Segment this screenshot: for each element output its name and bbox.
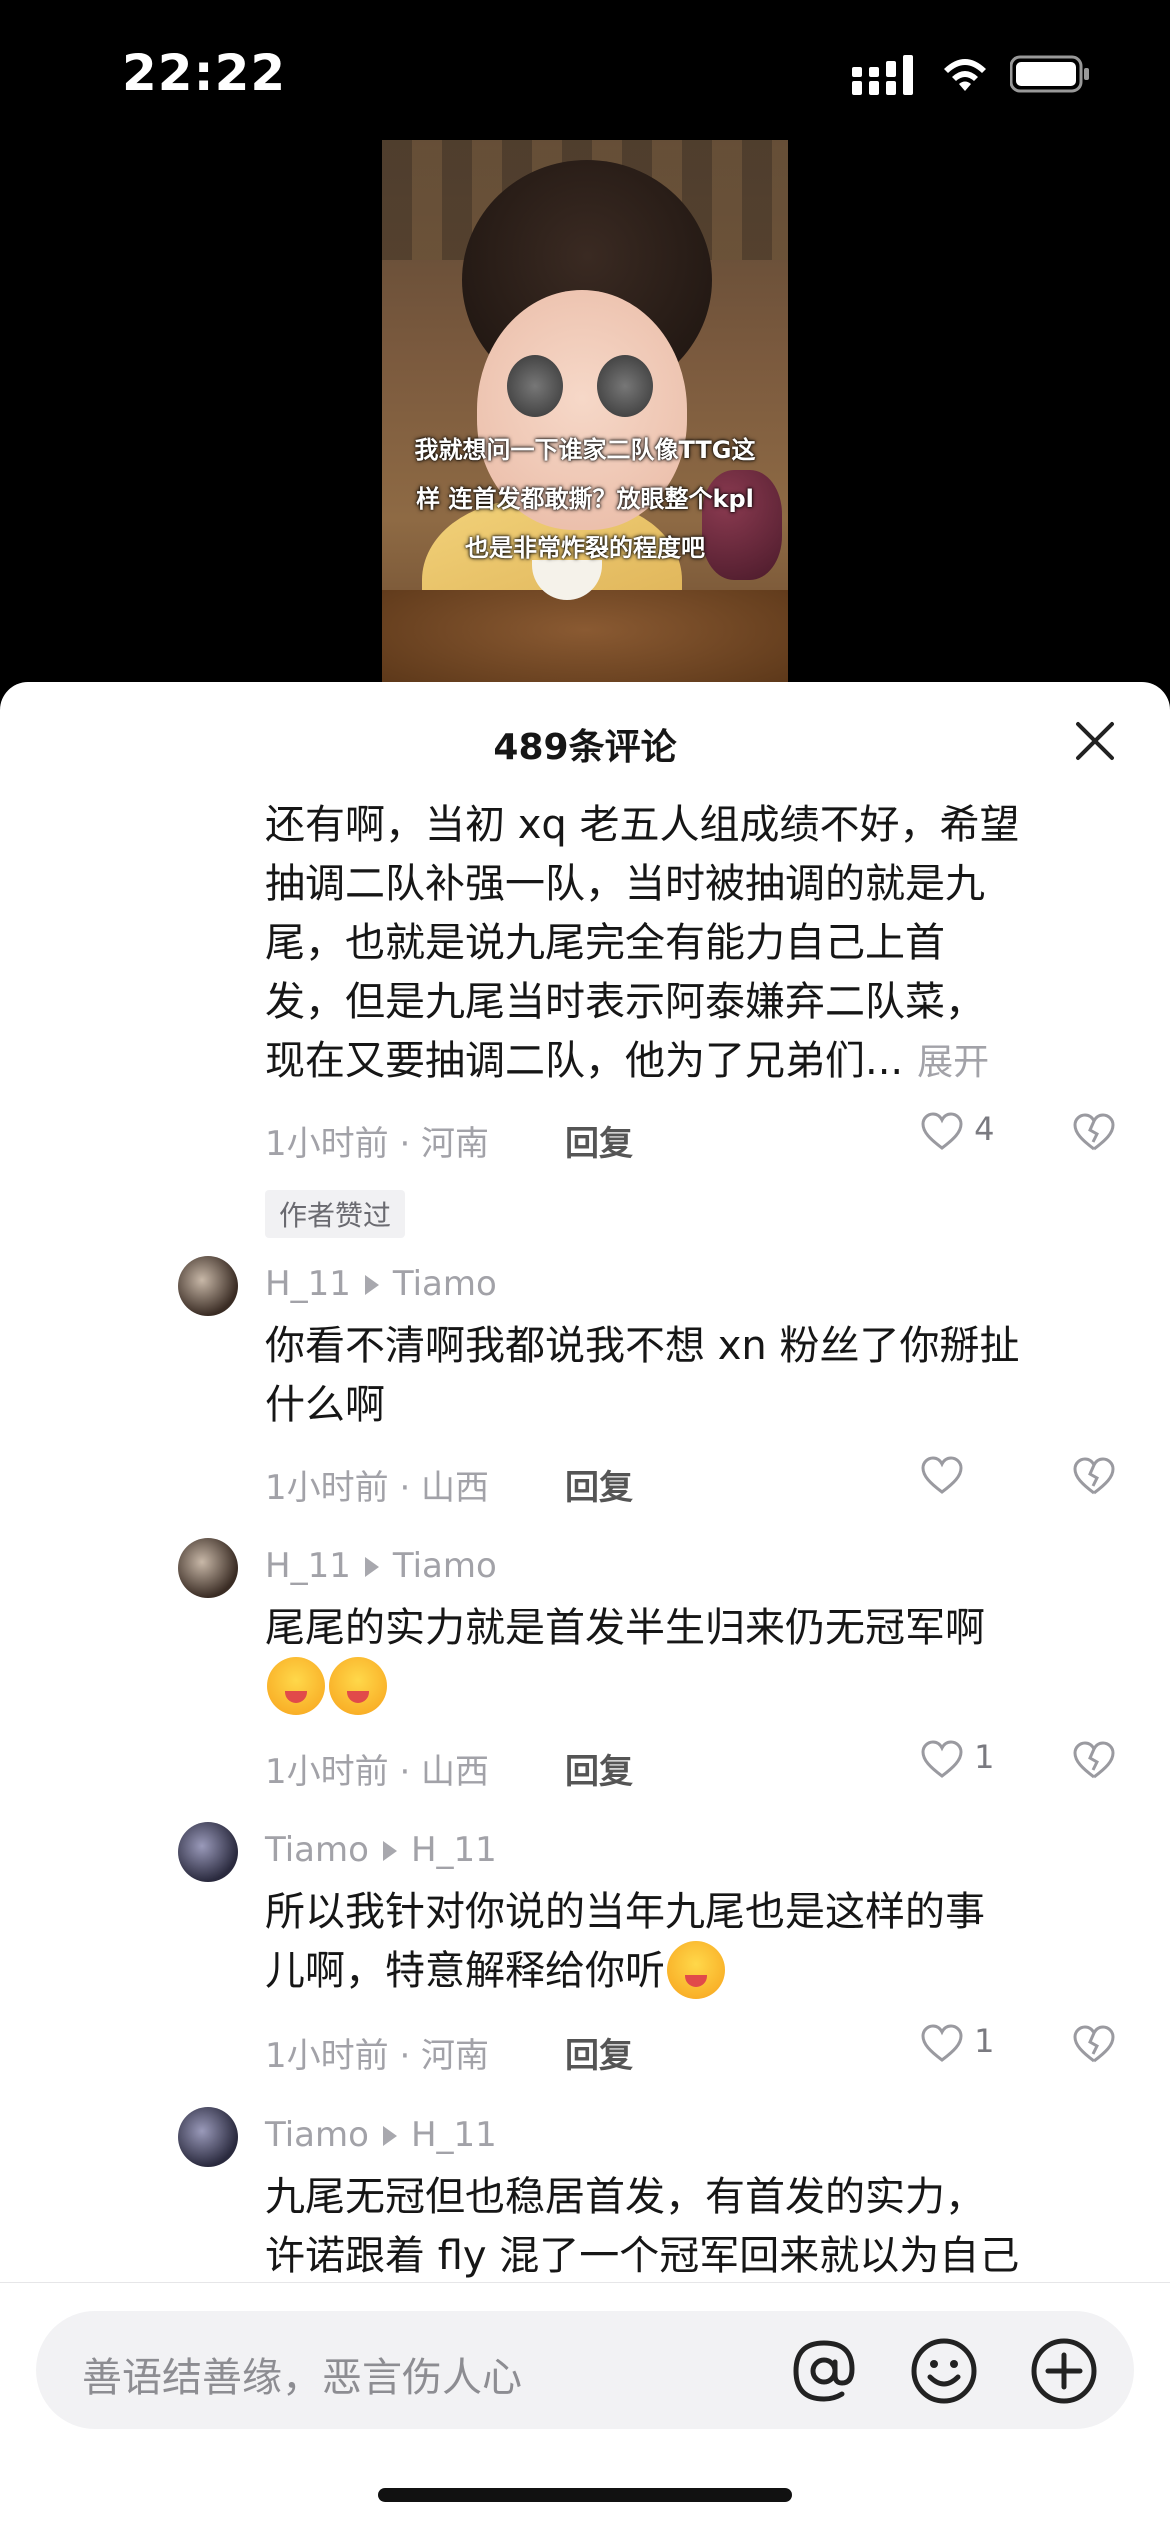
winking-tongue-emoji-icon [667, 1941, 725, 1999]
cellular-signal-icon [852, 55, 913, 95]
author-liked-badge: 作者赞过 [265, 1190, 406, 1238]
broken-heart-icon[interactable] [1072, 1112, 1116, 1152]
like-button[interactable]: 1 [920, 1738, 995, 1779]
broken-heart-icon[interactable] [1072, 2024, 1116, 2064]
comment-author-line: H_11 Tiamo [265, 1546, 497, 1586]
comment-line: 尾，也就是说九尾完全有能力自己上首 [265, 920, 945, 966]
comment-line: 儿啊，特意解释给你听 [265, 1948, 665, 1994]
winking-tongue-emoji-icon [329, 1657, 387, 1715]
character-eye [507, 355, 563, 417]
comment-line: 尾尾的实力就是首发半生归来仍无冠军啊 [265, 1605, 985, 1651]
reply-button[interactable]: 回复 [565, 1460, 633, 1509]
character-eye [597, 355, 653, 417]
broken-heart-icon[interactable] [1072, 1740, 1116, 1780]
video-caption: 我就想问一下谁家二队像TTG这 样 连首发都敢撕？放眼整个kpl 也是非常炸裂的… [396, 426, 774, 573]
comment-text: 尾尾的实力就是首发半生归来仍无冠军啊 [265, 1599, 1105, 1717]
reply-to-name[interactable]: H_11 [411, 2115, 497, 2155]
comment-text: 你看不清啊我都说我不想 xn 粉丝了你掰扯 什么啊 [265, 1317, 1105, 1435]
avatar[interactable] [178, 2107, 238, 2167]
status-time: 22:22 [122, 44, 287, 102]
heart-icon [921, 1112, 963, 1150]
comment-input[interactable]: 善语结善缘，恶言伤人心 [36, 2311, 1134, 2429]
like-count: 1 [974, 2022, 995, 2060]
comment-line: 发，但是九尾当时表示阿泰嫌弃二队菜， [265, 979, 985, 1025]
smiley-icon[interactable] [908, 2335, 980, 2407]
comment-text: 九尾无冠但也稳居首发，有首发的实力， 许诺跟着 fly 混了一个冠军回来就以为自… [265, 2168, 1105, 2286]
comment-author-line: Tiamo H_11 [265, 1830, 497, 1870]
comment-line: 还有啊，当初 xq 老五人组成绩不好，希望 [265, 802, 1020, 848]
comment-line: 抽调二队补强一队，当时被抽调的就是九 [265, 861, 985, 907]
caption-line: 我就想问一下谁家二队像TTG这 [414, 436, 756, 464]
comment-list[interactable]: 还有啊，当初 xq 老五人组成绩不好，希望 抽调二队补强一队，当时被抽调的就是九… [0, 682, 1170, 2282]
author-name[interactable]: H_11 [265, 1546, 351, 1586]
like-button[interactable]: 4 [920, 1110, 995, 1151]
comment-meta: 1小时前 · 河南 [265, 2036, 490, 2076]
reply-arrow-icon [364, 1556, 379, 1577]
battery-icon [1010, 55, 1089, 93]
comment-line: 许诺跟着 fly 混了一个冠军回来就以为自己 [265, 2233, 1020, 2279]
reply-button[interactable]: 回复 [565, 1744, 633, 1793]
avatar[interactable] [178, 1822, 238, 1882]
avatar[interactable] [178, 1256, 238, 1316]
reply-to-name[interactable]: Tiamo [393, 1546, 497, 1586]
comment-line: 你看不清啊我都说我不想 xn 粉丝了你掰扯 [265, 1323, 1020, 1369]
caption-line: 样 连首发都敢撕？放眼整个kpl [416, 485, 754, 513]
author-name[interactable]: Tiamo [265, 2115, 369, 2155]
table [382, 590, 788, 682]
comment-text: 还有啊，当初 xq 老五人组成绩不好，希望 抽调二队补强一队，当时被抽调的就是九… [265, 796, 1105, 1092]
comment-meta: 1小时前 · 河南 [265, 1124, 490, 1164]
comment-author-line: H_11 Tiamo [265, 1264, 497, 1304]
comment-sheet: 489条评论 还有啊，当初 xq 老五人组成绩不好，希望 抽调二队补强一队，当时… [0, 682, 1170, 2532]
author-name[interactable]: H_11 [265, 1264, 351, 1304]
video-preview[interactable]: 我就想问一下谁家二队像TTG这 样 连首发都敢撕？放眼整个kpl 也是非常炸裂的… [382, 140, 788, 682]
comment-text: 所以我针对你说的当年九尾也是这样的事 儿啊，特意解释给你听 [265, 1883, 1105, 2001]
status-bar: 22:22 [0, 0, 1170, 150]
reply-arrow-icon [364, 1274, 379, 1295]
comment-line: 九尾无冠但也稳居首发，有首发的实力， [265, 2174, 985, 2220]
comment-line: 现在又要抽调二队，他为了兄弟们... [265, 1038, 904, 1084]
reply-arrow-icon [382, 2125, 397, 2146]
like-count: 4 [974, 1110, 995, 1148]
reply-button[interactable]: 回复 [565, 1116, 633, 1165]
reply-to-name[interactable]: H_11 [411, 1830, 497, 1870]
heart-icon [921, 1456, 963, 1494]
at-icon[interactable] [788, 2335, 860, 2407]
comment-meta: 1小时前 · 山西 [265, 1752, 490, 1792]
broken-heart-icon[interactable] [1072, 1456, 1116, 1496]
reply-to-name[interactable]: Tiamo [393, 1264, 497, 1304]
home-indicator[interactable] [378, 2488, 792, 2502]
plus-icon[interactable] [1028, 2335, 1100, 2407]
winking-tongue-emoji-icon [267, 1657, 325, 1715]
avatar[interactable] [178, 1538, 238, 1598]
reply-arrow-icon [382, 1840, 397, 1861]
comment-meta: 1小时前 · 山西 [265, 1468, 490, 1508]
like-count: 1 [974, 1738, 995, 1776]
like-button[interactable]: 1 [920, 2022, 995, 2063]
expand-link[interactable]: 展开 [917, 1042, 989, 1083]
reply-button[interactable]: 回复 [565, 2028, 633, 2077]
heart-icon [921, 2024, 963, 2062]
comment-input-placeholder: 善语结善缘，恶言伤人心 [82, 2355, 522, 2401]
wifi-icon [944, 59, 986, 91]
caption-line: 也是非常炸裂的程度吧 [465, 534, 705, 562]
comment-author-line: Tiamo H_11 [265, 2115, 497, 2155]
heart-icon [921, 1740, 963, 1778]
author-name[interactable]: Tiamo [265, 1830, 369, 1870]
comment-line: 所以我针对你说的当年九尾也是这样的事 [265, 1889, 985, 1935]
like-button[interactable] [920, 1454, 964, 1495]
comment-line: 什么啊 [265, 1382, 385, 1428]
